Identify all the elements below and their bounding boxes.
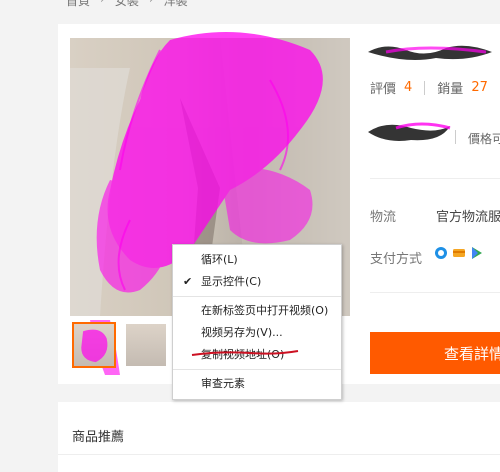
section-divider [370,178,500,179]
price-negotiable-text: 價格可 [468,132,500,146]
stats-divider [424,80,426,95]
breadcrumb-separator: › [149,0,154,9]
menu-item-label: 循环(L) [201,253,238,266]
menu-item-label: 复制视频地址(O) [201,348,285,361]
rating-label: 評價 [370,82,397,97]
menu-item-inspect[interactable]: 审查元素 [173,373,341,395]
sales-value: 27 [471,80,488,95]
menu-separator [173,369,341,370]
logistics-value: 官方物流服裝 [436,210,500,225]
logistics-label: 物流 [370,210,397,225]
payment-label: 支付方式 [370,252,423,267]
breadcrumb-dresses[interactable]: 洋裝 [164,0,188,9]
menu-item-show-controls[interactable]: ✔ 显示控件(C) [173,271,341,293]
recommendations-title: 商品推薦 [72,430,125,445]
breadcrumb: 首頁 › 女裝 › 洋裝 [66,0,188,9]
menu-item-label: 在新标签页中打开视频(O) [201,304,329,317]
pay-icon-blue [435,247,447,259]
recommendations-divider [58,454,500,455]
checkmark-icon: ✔ [183,275,193,288]
menu-item-label: 视频另存为(V)... [201,326,283,339]
price-divider [455,130,456,144]
breadcrumb-home[interactable]: 首頁 [66,0,90,9]
sales-label: 銷量 [437,82,464,97]
stats-row: 評價 4 銷量 27 [370,78,488,97]
menu-item-loop[interactable]: 循环(L) [173,249,341,271]
pay-icon-green [472,247,482,259]
menu-item-save-video-as[interactable]: 视频另存为(V)... [173,322,341,344]
redaction-scribble-thumb [81,329,108,363]
section-divider [370,292,500,293]
rating-value: 4 [404,80,413,95]
video-context-menu: 循环(L) ✔ 显示控件(C) 在新标签页中打开视频(O) 视频另存为(V)..… [172,244,342,400]
breadcrumb-women[interactable]: 女裝 [115,0,139,9]
menu-item-copy-video-address[interactable]: 复制视频地址(O) [173,344,341,366]
thumbnail-1[interactable] [72,322,116,368]
menu-item-open-in-new-tab[interactable]: 在新标签页中打开视频(O) [173,300,341,322]
recommendations-card [58,402,500,472]
thumbnail-2[interactable] [124,322,168,368]
payment-icons [434,246,484,260]
thumbnail-strip [72,322,168,368]
menu-item-label: 审查元素 [201,377,245,390]
menu-separator [173,296,341,297]
view-details-button[interactable]: 查看詳情 [370,332,500,374]
menu-item-label: 显示控件(C) [201,275,262,288]
pay-icon-orange [453,249,465,257]
breadcrumb-separator: › [100,0,105,9]
